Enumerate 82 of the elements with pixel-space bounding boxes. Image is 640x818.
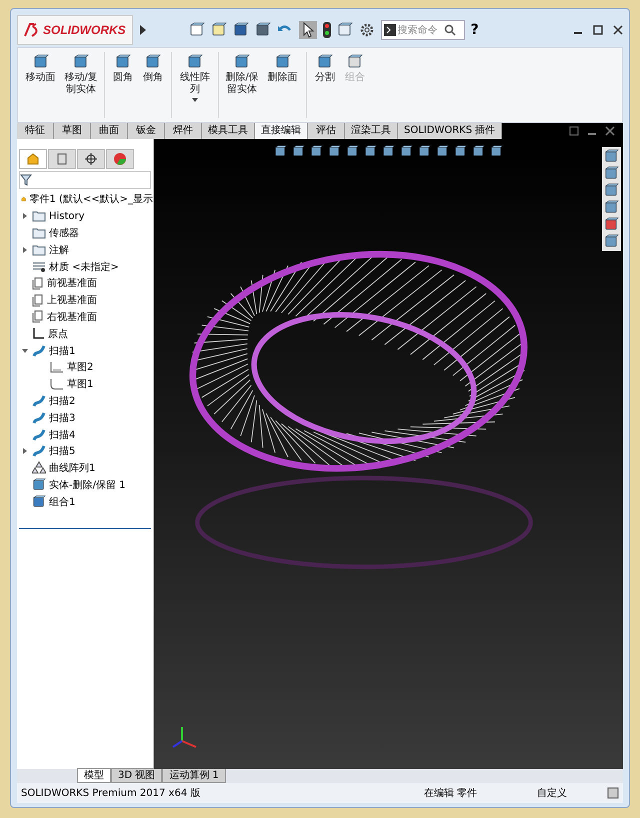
tree-item[interactable]: 注解 <box>49 242 69 257</box>
plane-icon <box>32 294 44 307</box>
ribbon-tab[interactable]: 焊件 <box>165 123 202 139</box>
tree-item[interactable]: 扫描4 <box>49 428 76 442</box>
tree-item[interactable]: 扫描2 <box>49 394 76 408</box>
flyout-arrow-icon[interactable] <box>138 25 147 35</box>
ribbon-tab[interactable]: 模具工具 <box>202 123 255 139</box>
dropdown-caret-icon[interactable] <box>192 98 198 102</box>
ribbon-tab[interactable]: 评估 <box>308 123 345 139</box>
tree-item[interactable]: 原点 <box>48 326 68 341</box>
ribbon-button[interactable]: 删除/保留实体 <box>222 52 262 98</box>
tree-item[interactable]: 传感器 <box>49 226 79 240</box>
expand-arrow-icon[interactable] <box>22 213 28 220</box>
help-button[interactable]: ? <box>470 22 479 38</box>
search-box[interactable]: 搜索命令 <box>380 20 465 40</box>
ribbon-tab[interactable]: 草图 <box>54 123 91 139</box>
rebuild-icon[interactable] <box>607 787 619 799</box>
body-icon[interactable] <box>32 478 46 492</box>
product-status: SOLIDWORKS Premium 2017 x64 版 <box>21 787 200 800</box>
ribbon-tab[interactable]: 钣金 <box>128 123 165 139</box>
ribbon-button[interactable]: 分割 <box>310 52 340 86</box>
ds-logo-icon <box>24 23 40 37</box>
sketch-icon <box>50 378 64 390</box>
sweep-icon <box>32 410 46 425</box>
feature-tree-icon[interactable] <box>26 152 40 166</box>
search-icon[interactable] <box>444 24 456 36</box>
tree-item[interactable]: 上视基准面 <box>47 293 97 308</box>
sweep-icon <box>32 444 46 458</box>
sweep-icon <box>32 344 46 358</box>
close-icon[interactable] <box>605 126 615 136</box>
settings-icon[interactable] <box>358 22 375 38</box>
command-prompt-icon <box>384 24 396 36</box>
model-tab[interactable]: 3D 视图 <box>111 768 162 783</box>
sweep-icon <box>32 428 46 442</box>
ribbon-tab[interactable]: 曲面 <box>91 123 128 139</box>
tree-item[interactable]: 扫描5 <box>49 444 76 458</box>
ribbon-button[interactable]: 移动面 <box>20 52 61 86</box>
units-status[interactable]: 自定义 <box>537 786 567 800</box>
ribbon-button[interactable]: 倒角 <box>138 52 168 86</box>
tree-item[interactable]: 前视基准面 <box>47 276 97 290</box>
ribbon-tab[interactable]: 特征 <box>17 123 54 139</box>
ribbon-tab[interactable]: SOLIDWORKS 插件 <box>398 123 502 139</box>
tree-item[interactable]: 扫描3 <box>49 410 76 425</box>
ribbon-button[interactable]: 移动/复制实体 <box>61 52 101 98</box>
plane-icon <box>32 276 44 290</box>
expand-arrow-icon[interactable] <box>22 348 28 354</box>
tree-item[interactable]: 右视基准面 <box>47 310 97 324</box>
filter-icon[interactable] <box>20 174 32 186</box>
model-tab[interactable]: 运动算例 1 <box>162 768 226 783</box>
tree-item[interactable]: 曲线阵列1 <box>49 461 96 476</box>
material-icon <box>32 260 46 273</box>
sweep-icon <box>32 394 46 408</box>
curve-pattern-icon <box>32 461 46 476</box>
property-icon[interactable] <box>55 152 69 166</box>
tree-item[interactable]: 扫描1 <box>49 344 76 358</box>
tree-item[interactable]: 组合1 <box>49 494 76 509</box>
search-field[interactable]: 搜索命令 <box>398 24 442 36</box>
tree-item[interactable]: 草图2 <box>67 360 94 374</box>
select-pointer-icon[interactable] <box>298 21 317 39</box>
tree-item[interactable]: 草图1 <box>67 377 94 392</box>
ribbon-tab[interactable]: 渲染工具 <box>345 123 398 139</box>
tree-item[interactable]: 实体-删除/保留 1 <box>49 478 126 492</box>
tile-icon[interactable] <box>569 126 579 136</box>
expand-arrow-icon[interactable] <box>22 246 28 253</box>
app-logo: SOLIDWORKS <box>17 15 133 45</box>
ribbon-button[interactable]: 删除面 <box>262 52 303 86</box>
traffic-light-icon[interactable] <box>322 22 331 38</box>
sketch-icon <box>50 361 64 374</box>
expand-arrow-icon[interactable] <box>22 448 28 454</box>
crosshair-icon[interactable] <box>84 152 98 166</box>
model-tab[interactable]: 模型 <box>77 768 111 783</box>
editing-status: 在编辑 零件 <box>424 786 477 800</box>
maximize-icon[interactable] <box>593 25 603 35</box>
close-icon[interactable] <box>613 25 623 35</box>
ribbon-tab[interactable]: 直接编辑 <box>255 123 308 139</box>
plane-icon <box>32 310 44 324</box>
tree-item[interactable]: History <box>49 210 85 222</box>
tree-item[interactable]: 材质 <未指定> <box>49 260 119 274</box>
origin-icon <box>32 327 45 340</box>
ribbon-button[interactable]: 圆角 <box>108 52 138 86</box>
tree-root[interactable]: 零件1 (默认<<默认>_显示 <box>29 192 153 206</box>
ribbon-button[interactable]: 线性阵列 <box>175 52 215 104</box>
